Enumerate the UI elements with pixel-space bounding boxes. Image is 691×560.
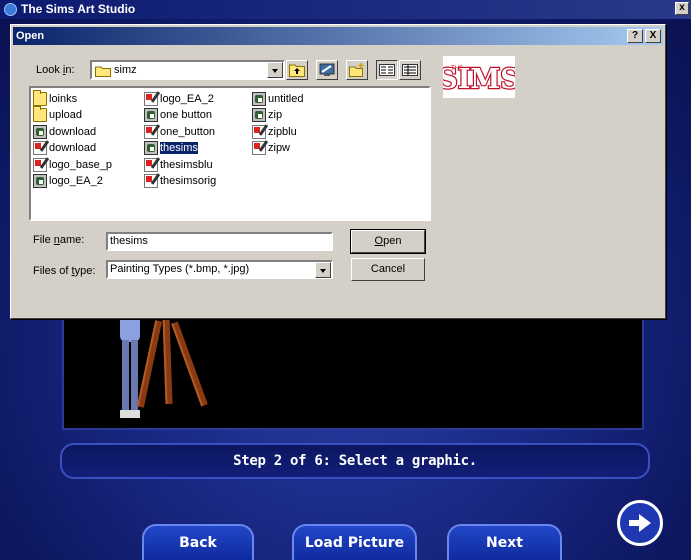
file-item[interactable]: thesimsblu [144, 157, 213, 173]
file-item[interactable]: download [33, 124, 96, 140]
file-name-input[interactable]: thesims [106, 232, 333, 251]
file-item[interactable]: zipblu [252, 124, 297, 140]
exit-button[interactable] [617, 500, 663, 546]
look-in-dropdown-arrow[interactable] [267, 62, 283, 78]
file-item[interactable]: logo_EA_2 [144, 91, 214, 107]
file-item[interactable]: untitled [252, 91, 303, 107]
file-item-selected[interactable]: thesims [144, 140, 199, 156]
files-of-type-label: Files of type: [33, 265, 96, 277]
file-item[interactable]: thesimsorig [144, 173, 216, 189]
application-icon [144, 108, 158, 122]
list-view-icon [379, 64, 395, 76]
the-sims-logo: SIMS THE [437, 56, 521, 98]
desktop-icon [319, 63, 335, 76]
application-icon [144, 141, 158, 155]
file-item[interactable]: zip [252, 107, 282, 123]
load-picture-button[interactable]: Load Picture [292, 524, 417, 560]
application-icon [33, 174, 47, 188]
open-button[interactable]: Open [350, 229, 426, 254]
desktop-button[interactable] [316, 60, 338, 80]
next-button[interactable]: Next [447, 524, 562, 560]
paint-image-icon [144, 125, 158, 139]
paint-image-icon [144, 174, 158, 188]
dialog-close-button[interactable]: X [645, 29, 661, 43]
look-in-label: Look in: [36, 64, 75, 76]
file-list[interactable]: loinks upload download download logo_bas… [29, 86, 431, 221]
app-close-button[interactable]: x [675, 2, 689, 15]
new-folder-icon [349, 63, 364, 77]
file-item[interactable]: one_button [144, 124, 215, 140]
new-folder-button[interactable] [346, 60, 368, 80]
app-icon [4, 3, 17, 16]
application-icon [252, 108, 266, 122]
up-one-level-icon [289, 64, 305, 77]
files-of-type-dropdown-arrow[interactable] [315, 262, 331, 278]
paint-image-icon [144, 92, 158, 106]
paint-image-icon [144, 158, 158, 172]
paint-image-icon [33, 158, 47, 172]
exit-arrow-icon [629, 514, 651, 532]
cancel-button[interactable]: Cancel [351, 258, 425, 281]
preview-stage [62, 310, 644, 430]
dialog-titlebar: Open ? X [13, 27, 663, 45]
dialog-title: Open [16, 30, 45, 42]
svg-text:THE: THE [450, 65, 463, 72]
application-icon [252, 92, 266, 106]
file-name-label: File name: [33, 234, 85, 246]
paint-image-icon [33, 141, 47, 155]
details-view-icon [402, 64, 418, 76]
file-item[interactable]: logo_base_p [33, 157, 112, 173]
folder-icon [33, 106, 47, 122]
back-button[interactable]: Back [142, 524, 254, 560]
folder-icon [33, 90, 47, 106]
open-dialog: Open ? X Look in: simz SIMS THE loinks u… [10, 24, 666, 319]
step-indicator: Step 2 of 6: Select a graphic. [60, 443, 650, 479]
up-one-level-button[interactable] [286, 60, 308, 80]
look-in-value: simz [114, 64, 137, 76]
files-of-type-select[interactable]: Painting Types (*.bmp, *.jpg) [106, 260, 333, 279]
list-view-button[interactable] [376, 60, 398, 80]
look-in-combobox[interactable]: simz [90, 60, 285, 80]
file-item[interactable]: logo_EA_2 [33, 173, 103, 189]
file-item[interactable]: upload [33, 106, 82, 123]
paint-image-icon [252, 125, 266, 139]
file-item[interactable]: zipw [252, 140, 290, 156]
app-titlebar: The Sims Art Studio [0, 0, 691, 19]
file-item[interactable]: loinks [33, 90, 77, 107]
paint-image-icon [252, 141, 266, 155]
folder-icon [95, 66, 111, 77]
file-item[interactable]: one button [144, 107, 212, 123]
details-view-button[interactable] [399, 60, 421, 80]
application-icon [33, 125, 47, 139]
help-button[interactable]: ? [627, 29, 643, 43]
app-title: The Sims Art Studio [21, 2, 136, 16]
files-of-type-value: Painting Types (*.bmp, *.jpg) [110, 263, 250, 275]
file-item[interactable]: download [33, 140, 96, 156]
